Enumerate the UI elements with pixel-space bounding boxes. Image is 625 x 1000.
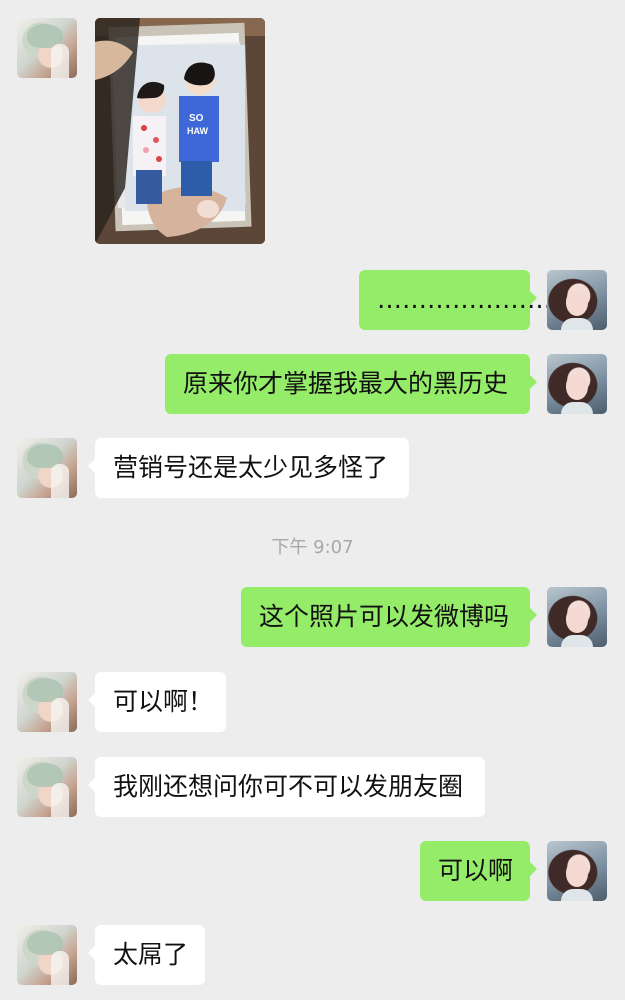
contact-avatar[interactable] xyxy=(17,18,77,78)
photo-message[interactable]: SO HAW xyxy=(95,18,265,244)
contact-avatar[interactable] xyxy=(17,438,77,498)
user-avatar[interactable] xyxy=(547,587,607,647)
message-text: 可以啊 xyxy=(438,856,514,885)
message-bubble[interactable]: 太屌了 xyxy=(88,925,205,985)
message-bubble[interactable]: ………………… xyxy=(359,270,552,330)
message-text: 可以啊！ xyxy=(113,687,214,716)
svg-text:SO: SO xyxy=(189,113,204,124)
message-text: 这个照片可以发微博吗 xyxy=(259,602,510,631)
message-bubble[interactable]: 可以啊！ xyxy=(88,672,226,732)
user-avatar[interactable] xyxy=(547,841,607,901)
message-bubble[interactable]: 原来你才掌握我最大的黑历史 xyxy=(165,354,537,414)
user-avatar[interactable] xyxy=(547,270,607,330)
message-text: ………………… xyxy=(377,285,552,314)
message-text: 太屌了 xyxy=(113,940,189,969)
message-bubble[interactable]: 营销号还是太少见多怪了 xyxy=(88,438,409,498)
message-text: 营销号还是太少见多怪了 xyxy=(113,453,389,482)
contact-avatar[interactable] xyxy=(17,757,77,817)
photo-message-image: SO HAW xyxy=(95,18,265,244)
svg-text:HAW: HAW xyxy=(187,126,209,136)
message-bubble[interactable]: 可以啊 xyxy=(420,841,537,901)
contact-avatar[interactable] xyxy=(17,672,77,732)
message-bubble[interactable]: 我刚还想问你可不可以发朋友圈 xyxy=(88,757,485,817)
contact-avatar[interactable] xyxy=(17,925,77,985)
message-bubble[interactable]: 这个照片可以发微博吗 xyxy=(241,587,537,647)
timestamp-label: 下午 9:07 xyxy=(271,537,354,558)
message-text: 原来你才掌握我最大的黑历史 xyxy=(183,369,509,398)
user-avatar[interactable] xyxy=(547,354,607,414)
message-text: 我刚还想问你可不可以发朋友圈 xyxy=(113,772,464,801)
